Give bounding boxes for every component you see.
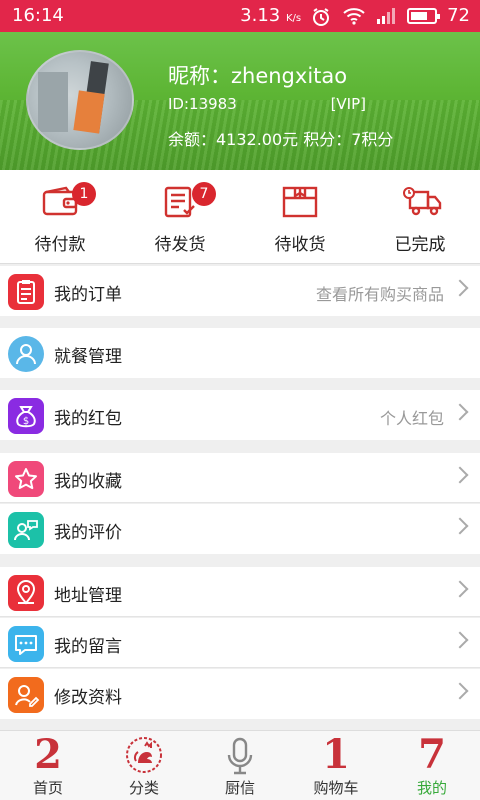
tab-mine[interactable]: 7 我的 xyxy=(384,731,480,800)
order-pending-receipt[interactable]: 待收货 xyxy=(240,170,360,263)
vip-badge: [VIP] xyxy=(330,95,366,113)
user-id-line: ID:13983 [VIP] xyxy=(168,95,378,113)
menu-label: 我的收藏 xyxy=(54,472,122,492)
status-time: 16:14 xyxy=(12,5,64,26)
order-pending-shipment[interactable]: 7 待发货 xyxy=(120,170,240,263)
menu-item-my-orders[interactable]: 我的订单 查看所有购买商品 xyxy=(0,266,480,316)
chevron-right-icon xyxy=(451,682,469,700)
avatar[interactable] xyxy=(26,50,134,150)
cart-icon: 1 xyxy=(322,731,350,778)
star-icon xyxy=(8,461,44,497)
order-completed[interactable]: 已完成 xyxy=(360,170,480,263)
truck-icon xyxy=(402,186,442,218)
menu-item-address[interactable]: 地址管理 xyxy=(0,567,480,617)
network-speed-value: 3.13 xyxy=(240,5,281,26)
box-icon xyxy=(282,186,318,218)
menu-item-edit-profile[interactable]: 修改资料 xyxy=(0,669,480,719)
order-status-bar: 1 待付款 7 待发货 待收货 已完成 xyxy=(0,170,480,264)
menu-label: 修改资料 xyxy=(54,688,122,708)
battery-level: 72 xyxy=(447,5,470,26)
tab-category[interactable]: 分类 xyxy=(96,731,192,800)
tab-label: 分类 xyxy=(128,779,159,797)
menu-item-messages[interactable]: 我的留言 xyxy=(0,618,480,668)
clipboard-icon xyxy=(8,274,44,310)
divider xyxy=(0,502,480,503)
tab-cart[interactable]: 1 购物车 xyxy=(288,731,384,800)
svg-text:$: $ xyxy=(23,416,29,427)
menu-label: 地址管理 xyxy=(54,586,122,606)
chevron-right-icon xyxy=(451,517,469,535)
menu-label: 我的评价 xyxy=(54,523,122,543)
menu-label: 就餐管理 xyxy=(54,347,122,367)
tab-label: 我的 xyxy=(416,779,447,797)
money-bag-icon: $ xyxy=(8,398,44,434)
order-pending-payment[interactable]: 1 待付款 xyxy=(0,170,120,263)
bottom-tab-bar: 2 首页 分类 厨信 1 购物车 7 我的 xyxy=(0,730,480,800)
battery-fill xyxy=(411,11,427,20)
edit-user-icon xyxy=(8,677,44,713)
menu-label: 我的留言 xyxy=(54,637,122,657)
network-speed: 3.13 K/s xyxy=(240,5,301,26)
divider xyxy=(0,667,480,668)
rooster-icon xyxy=(124,735,164,775)
divider xyxy=(0,616,480,617)
wifi-icon xyxy=(343,7,365,25)
home-icon: 2 xyxy=(34,731,62,778)
network-speed-unit: K/s xyxy=(285,13,302,24)
chevron-right-icon xyxy=(451,631,469,649)
menu-item-dining[interactable]: 就餐管理 xyxy=(0,328,480,378)
balance-points: 余额：4132.00元 积分：7积分 xyxy=(168,130,394,149)
alarm-icon xyxy=(311,7,333,26)
menu-item-reviews[interactable]: 我的评价 xyxy=(0,504,480,554)
signal-icon xyxy=(375,7,397,25)
menu-label: 我的红包 xyxy=(54,409,122,429)
chevron-right-icon xyxy=(451,580,469,598)
tab-label: 厨信 xyxy=(224,779,255,797)
user-icon xyxy=(8,336,44,372)
order-label: 待付款 xyxy=(34,235,86,255)
profile-header: 昵称：zhengxitao ID:13983 [VIP] 余额：4132.00元… xyxy=(0,32,480,170)
microphone-icon xyxy=(226,737,254,777)
message-icon xyxy=(8,626,44,662)
profile-icon: 7 xyxy=(418,731,446,778)
battery-icon xyxy=(407,7,441,24)
nickname: 昵称：zhengxitao xyxy=(168,64,348,88)
menu-hint: 查看所有购买商品 xyxy=(315,285,444,304)
chevron-right-icon xyxy=(451,279,469,297)
status-bar: 16:14 3.13 K/s 72 xyxy=(0,0,480,32)
badge-count: 1 xyxy=(72,182,96,206)
tab-chef-news[interactable]: 厨信 xyxy=(192,731,288,800)
order-label: 已完成 xyxy=(394,235,446,255)
menu-item-red-packet[interactable]: $ 我的红包 个人红包 xyxy=(0,390,480,440)
badge-count: 7 xyxy=(192,182,216,206)
menu-label: 我的订单 xyxy=(54,285,122,305)
chevron-right-icon xyxy=(451,403,469,421)
order-label: 待收货 xyxy=(274,235,326,255)
chevron-right-icon xyxy=(451,466,469,484)
order-label: 待发货 xyxy=(154,235,206,255)
comment-user-icon xyxy=(8,512,44,548)
user-id: ID:13983 xyxy=(168,95,237,113)
tab-home[interactable]: 2 首页 xyxy=(0,731,96,800)
menu-hint: 个人红包 xyxy=(379,409,444,428)
tab-label: 首页 xyxy=(32,779,63,797)
menu-item-favorites[interactable]: 我的收藏 xyxy=(0,453,480,503)
location-icon xyxy=(8,575,44,611)
tab-label: 购物车 xyxy=(313,779,359,797)
